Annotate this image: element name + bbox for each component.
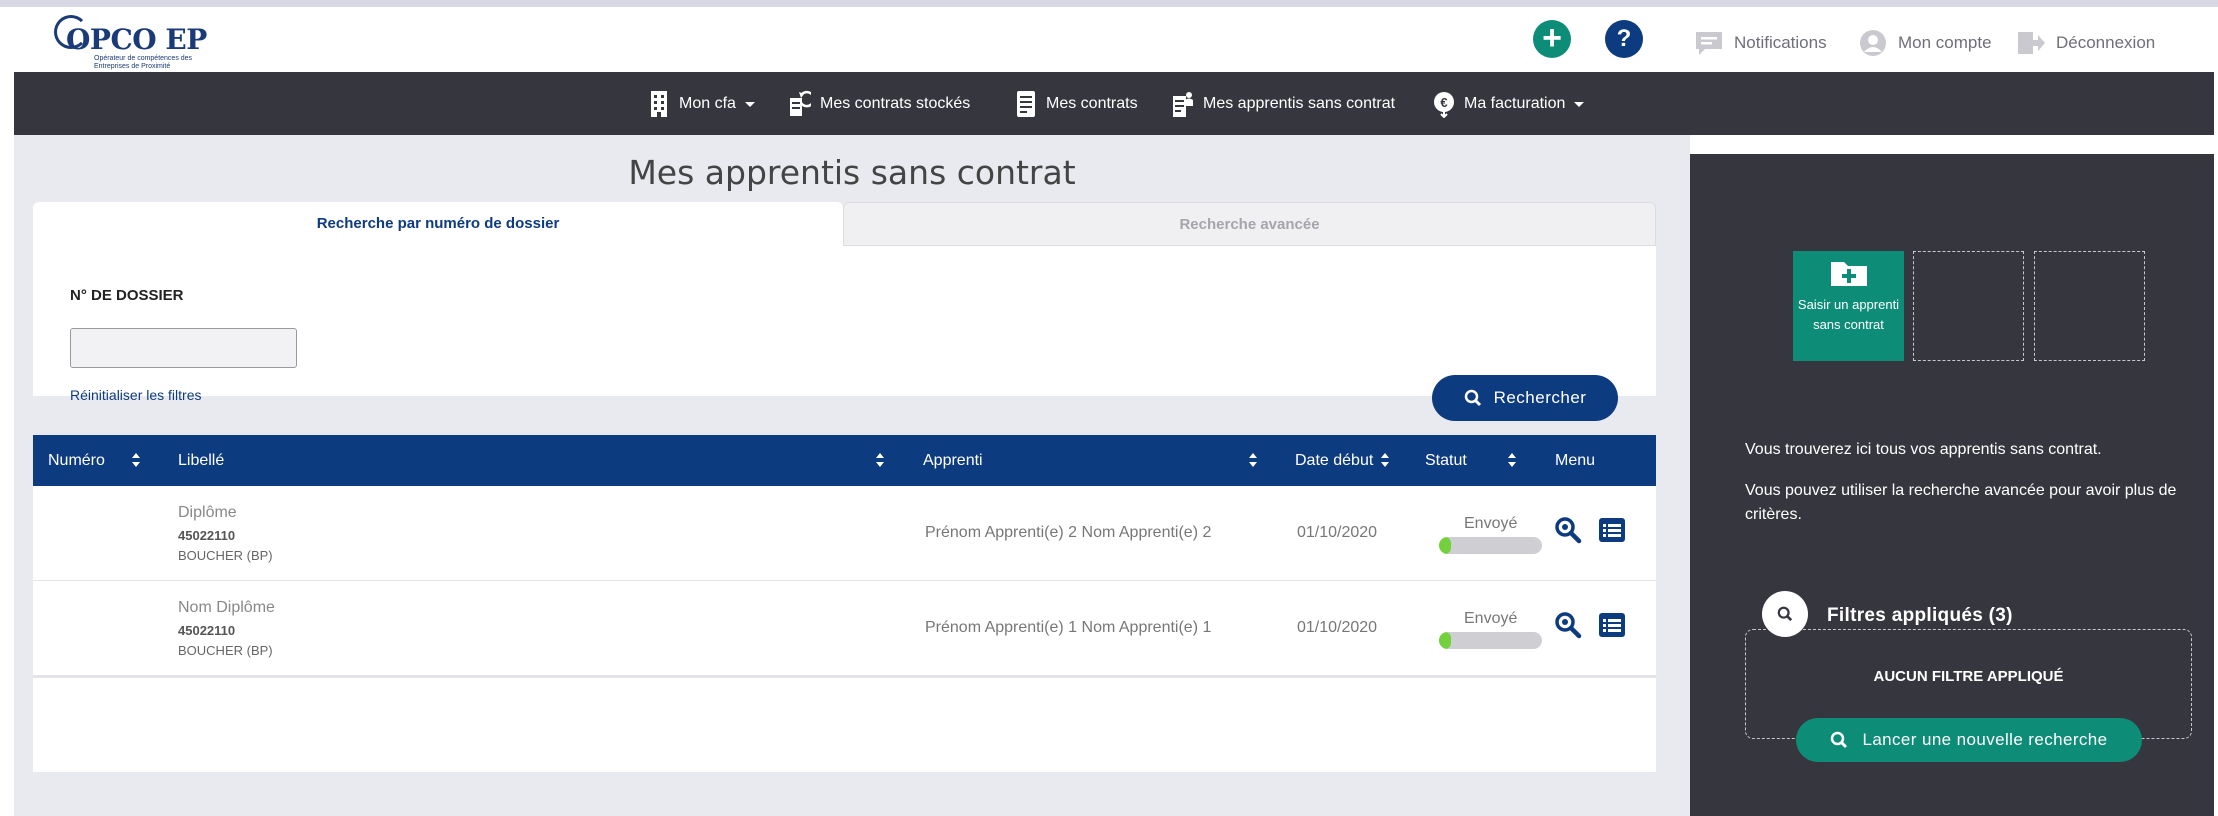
nav-billing[interactable]: € Ma facturation — [1433, 90, 1585, 118]
nav-mon-cfa[interactable]: Mon cfa — [648, 90, 755, 118]
tab-dossier-search[interactable]: Recherche par numéro de dossier — [33, 202, 843, 246]
account-label: Mon compte — [1898, 33, 1992, 52]
search-tabs: Recherche par numéro de dossier Recherch… — [33, 202, 1656, 246]
list-menu-icon[interactable] — [1598, 516, 1626, 544]
nav-my-contracts-label: Mes contrats — [1046, 95, 1138, 112]
nav-billing-label: Ma facturation — [1464, 95, 1566, 112]
no-filter-text: AUCUN FILTRE APPLIQUÉ — [1873, 668, 2064, 685]
svg-text:€: € — [1440, 95, 1447, 110]
sort-icon[interactable] — [875, 452, 885, 468]
logout-link[interactable]: Déconnexion — [2016, 29, 2155, 57]
chevron-down-icon — [744, 101, 755, 107]
status-progress-bar — [1439, 537, 1542, 554]
search-button-label: Rechercher — [1493, 388, 1587, 407]
sort-icon[interactable] — [1248, 452, 1258, 468]
search-icon — [1831, 731, 1848, 749]
filter-search-badge — [1762, 591, 1808, 637]
empty-tile — [2034, 251, 2145, 361]
apprentice-name: Prénom Apprenti(e) 2 Nom Apprenti(e) 2 — [925, 524, 1212, 541]
nav-apprentices-without-contract[interactable]: Mes apprentis sans contrat — [1172, 90, 1395, 118]
header: OPCO EP Opérateur de compétences des Ent… — [14, 7, 2214, 72]
logo-subtitle: Opérateur de compétences des Entreprises… — [94, 55, 193, 70]
diploma-title: Diplôme — [178, 504, 237, 521]
apprentice-document-icon — [1173, 92, 1193, 117]
dossier-number-input[interactable] — [70, 328, 297, 368]
column-header-numero[interactable]: Numéro — [48, 452, 105, 470]
progress-fill — [1439, 632, 1452, 649]
diploma-title: Nom Diplôme — [178, 599, 275, 616]
search-button[interactable]: Rechercher — [1432, 375, 1618, 421]
diploma-name: BOUCHER (BP) — [178, 643, 273, 658]
status-progress-bar — [1439, 632, 1542, 649]
top-border — [0, 0, 2218, 7]
main-nav: Mon cfa Mes contrats stockés Mes contrat… — [14, 72, 2214, 135]
document-icon — [1017, 91, 1035, 117]
notifications-link[interactable]: Notifications — [1694, 29, 1827, 57]
status-label: Envoyé — [1464, 610, 1518, 627]
logo[interactable]: OPCO EP Opérateur de compétences des Ent… — [54, 13, 214, 71]
logout-icon — [2018, 32, 2045, 54]
nav-mon-cfa-label: Mon cfa — [679, 95, 736, 112]
info-text: Vous trouverez ici tous vos apprentis sa… — [1745, 441, 2102, 458]
reset-filters-link[interactable]: Réinitialiser les filtres — [70, 387, 201, 403]
start-date: 01/10/2020 — [1297, 524, 1378, 541]
sort-icon[interactable] — [1507, 452, 1517, 468]
new-search-button[interactable]: Lancer une nouvelle recherche — [1796, 718, 2142, 762]
search-form: N° DE DOSSIER Réinitialiser les filtres — [33, 246, 1656, 403]
column-header-menu: Menu — [1555, 452, 1596, 469]
apprentice-name: Prénom Apprenti(e) 1 Nom Apprenti(e) 1 — [925, 619, 1212, 636]
column-header-apprenti[interactable]: Apprenti — [923, 452, 983, 470]
chat-bubble-icon — [1696, 32, 1722, 55]
nav-stored-contracts-label: Mes contrats stockés — [820, 95, 971, 112]
tab-advanced-search[interactable]: Recherche avancée — [843, 202, 1656, 246]
column-header-libelle[interactable]: Libellé — [178, 452, 224, 470]
diploma-name: BOUCHER (BP) — [178, 548, 273, 563]
folder-plus-icon — [1831, 262, 1867, 286]
user-avatar-icon — [1860, 30, 1886, 56]
add-button[interactable]: + — [1533, 20, 1571, 58]
notifications-label: Notifications — [1734, 33, 1827, 52]
list-menu-icon[interactable] — [1598, 611, 1626, 639]
main-content: Mes apprentis sans contrat Recherche par… — [14, 135, 1690, 816]
table-header: Numéro Libellé Apprenti Date début Statu… — [33, 435, 1656, 486]
stored-contracts-icon — [790, 90, 811, 116]
help-button[interactable]: ? — [1605, 20, 1643, 58]
logo-text: OPCO EP — [66, 23, 207, 56]
table-footer — [33, 676, 1656, 772]
search-icon — [1777, 606, 1793, 622]
info-text: Vous pouvez utiliser la recherche avancé… — [1745, 482, 2177, 523]
building-icon — [651, 91, 667, 117]
page-title: Mes apprentis sans contrat — [628, 153, 1076, 192]
empty-tile — [1913, 251, 2024, 361]
chevron-down-icon — [1574, 101, 1585, 107]
status-label: Envoyé — [1464, 515, 1518, 532]
add-apprentice-tile[interactable]: Saisir un apprenti sans contrat — [1793, 251, 1904, 361]
nav-apprentices-label: Mes apprentis sans contrat — [1203, 95, 1396, 112]
add-apprentice-label: Saisir un apprenti sans contrat — [1797, 297, 1900, 332]
new-search-label: Lancer une nouvelle recherche — [1862, 730, 2108, 749]
dossier-label: N° DE DOSSIER — [70, 287, 184, 304]
account-link[interactable]: Mon compte — [1858, 29, 1992, 57]
sort-icon[interactable] — [131, 452, 141, 468]
column-header-date-debut[interactable]: Date début — [1295, 452, 1373, 470]
sort-icon[interactable] — [1380, 452, 1390, 468]
table-row: Nom Diplôme 45022110 BOUCHER (BP) Prénom… — [33, 581, 1656, 676]
euro-icon: € — [1434, 92, 1454, 118]
view-magnifier-icon[interactable] — [1554, 516, 1582, 544]
sidebar-panel: Saisir un apprenti sans contrat Vous tro… — [1690, 154, 2214, 816]
search-icon — [1464, 389, 1481, 407]
view-magnifier-icon[interactable] — [1554, 611, 1582, 639]
nav-my-contracts[interactable]: Mes contrats — [1015, 90, 1138, 118]
start-date: 01/10/2020 — [1297, 619, 1378, 636]
progress-fill — [1439, 537, 1452, 554]
applied-filters-title: Filtres appliqués (3) — [1827, 605, 2013, 626]
logout-label: Déconnexion — [2056, 33, 2156, 52]
nav-stored-contracts[interactable]: Mes contrats stockés — [789, 90, 970, 118]
apprentices-table: Numéro Libellé Apprenti Date début Statu… — [33, 435, 1656, 772]
table-row: Diplôme 45022110 BOUCHER (BP) Prénom App… — [33, 486, 1656, 581]
column-header-statut[interactable]: Statut — [1425, 452, 1467, 470]
diploma-code: 45022110 — [178, 623, 236, 638]
diploma-code: 45022110 — [178, 528, 236, 543]
